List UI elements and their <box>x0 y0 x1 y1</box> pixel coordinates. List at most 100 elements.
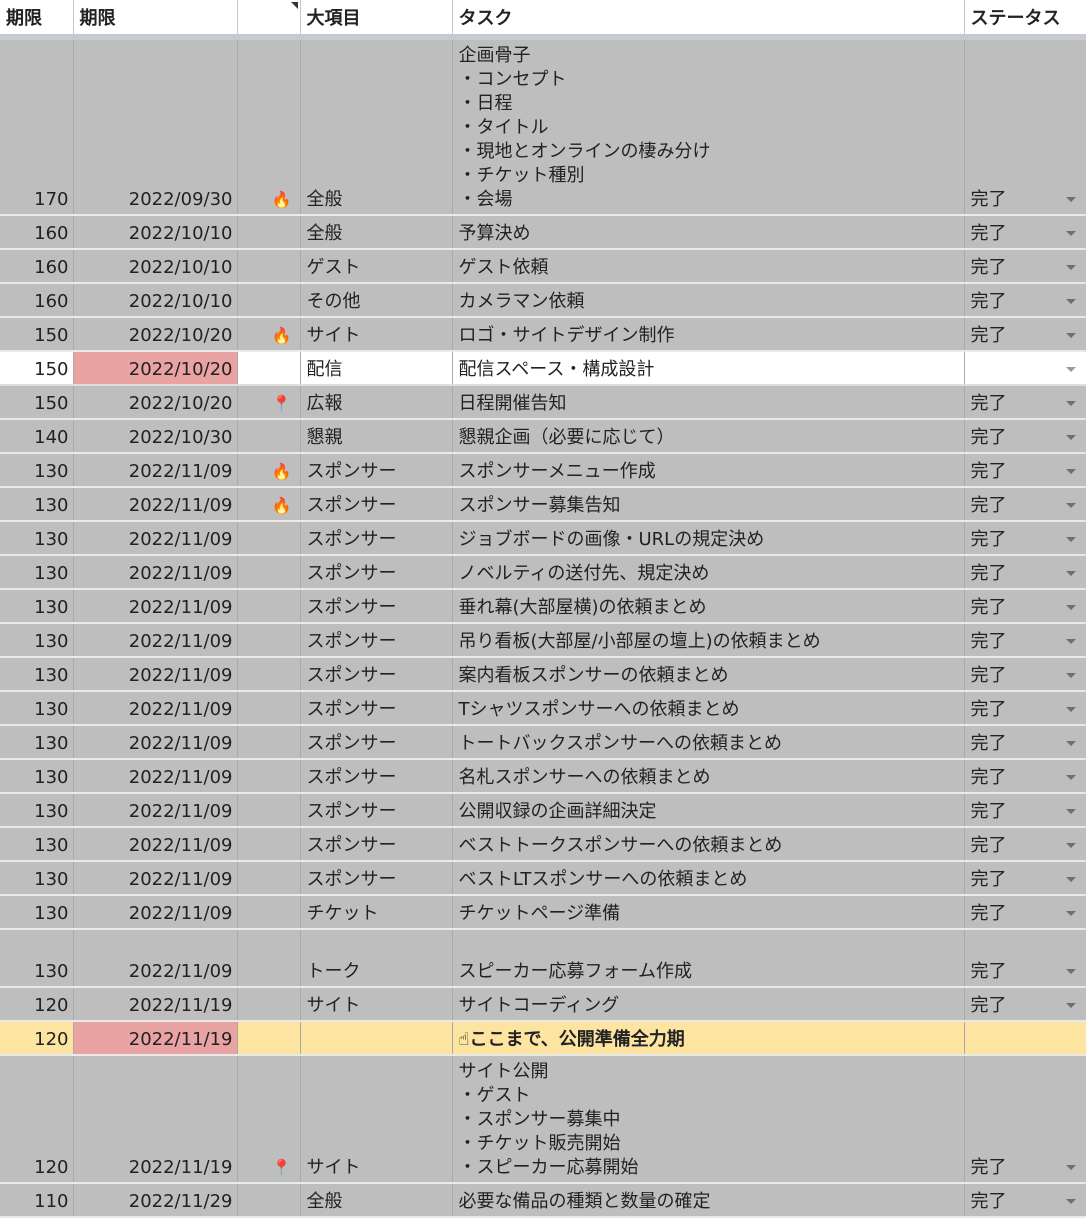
cell-category[interactable]: トーク <box>300 929 453 988</box>
dropdown-caret-icon[interactable] <box>1065 401 1076 406</box>
cell-category[interactable]: サイト <box>300 1055 453 1184</box>
cell-deadline[interactable]: 2022/11/09 <box>73 895 238 930</box>
cell-deadline[interactable]: 2022/10/10 <box>73 215 238 250</box>
cell-task[interactable]: ベストトークスポンサーへの依頼まとめ <box>452 827 965 862</box>
cell-icon[interactable] <box>237 1021 301 1056</box>
cell-status[interactable]: 完了 <box>964 555 1086 590</box>
table-row[interactable]: 130 2022/11/09 スポンサー 吊り看板(大部屋/小部屋の壇上)の依頼まとめ… <box>0 623 1086 658</box>
cell-deadline[interactable]: 2022/11/19 <box>73 1055 238 1184</box>
cell-task[interactable]: ノベルティの送付先、規定決め <box>452 555 965 590</box>
table-row[interactable]: 150 2022/10/20 📍 広報 日程開催告知 完了 <box>0 385 1086 420</box>
cell-deadline[interactable]: 2022/10/20 <box>73 317 238 352</box>
cell-icon[interactable] <box>237 895 301 930</box>
dropdown-caret-icon[interactable] <box>1065 741 1076 746</box>
dropdown-caret-icon[interactable] <box>1065 877 1076 882</box>
cell-icon[interactable] <box>237 589 301 624</box>
table-row[interactable]: 130 2022/11/09 スポンサー 垂れ幕(大部屋横)の依頼まとめ 完了 <box>0 589 1086 624</box>
cell-days-left[interactable]: 130 <box>0 725 74 760</box>
cell-task[interactable]: チケットページ準備 <box>452 895 965 930</box>
cell-task[interactable]: 案内看板スポンサーの依頼まとめ <box>452 657 965 692</box>
cell-icon[interactable] <box>237 827 301 862</box>
cell-deadline[interactable]: 2022/11/09 <box>73 861 238 896</box>
cell-status[interactable]: 完了 <box>964 40 1086 216</box>
cell-status[interactable]: 完了 <box>964 691 1086 726</box>
dropdown-caret-icon[interactable] <box>1065 1199 1076 1204</box>
cell-status[interactable]: 完了 <box>964 759 1086 794</box>
cell-deadline[interactable]: 2022/11/09 <box>73 657 238 692</box>
cell-days-left[interactable]: 160 <box>0 283 74 318</box>
cell-icon[interactable]: 🔥 <box>237 40 301 216</box>
cell-category[interactable]: スポンサー <box>300 487 453 522</box>
cell-days-left[interactable]: 120 <box>0 1021 74 1056</box>
cell-task[interactable]: トートバックスポンサーへの依頼まとめ <box>452 725 965 760</box>
dropdown-caret-icon[interactable] <box>1065 231 1076 236</box>
dropdown-caret-icon[interactable] <box>1065 911 1076 916</box>
cell-deadline[interactable]: 2022/11/09 <box>73 555 238 590</box>
cell-task[interactable]: ジョブボードの画像・URLの規定決め <box>452 521 965 556</box>
cell-icon[interactable] <box>237 249 301 284</box>
cell-days-left[interactable]: 130 <box>0 623 74 658</box>
cell-days-left[interactable]: 130 <box>0 521 74 556</box>
dropdown-caret-icon[interactable] <box>1065 707 1076 712</box>
cell-status[interactable]: 完了 <box>964 453 1086 488</box>
cell-status[interactable]: 完了 <box>964 929 1086 988</box>
cell-task[interactable]: 企画骨子 ・コンセプト ・日程 ・タイトル ・現地とオンラインの棲み分け ・チケ… <box>452 40 965 216</box>
cell-task[interactable]: カメラマン依頼 <box>452 283 965 318</box>
cell-icon[interactable] <box>237 283 301 318</box>
dropdown-caret-icon[interactable] <box>1065 503 1076 508</box>
dropdown-caret-icon[interactable] <box>1065 1165 1076 1170</box>
dropdown-caret-icon[interactable] <box>1065 469 1076 474</box>
cell-icon[interactable] <box>237 521 301 556</box>
header-task[interactable]: タスク <box>452 0 965 35</box>
cell-category[interactable]: スポンサー <box>300 521 453 556</box>
dropdown-caret-icon[interactable] <box>1065 809 1076 814</box>
cell-icon[interactable] <box>237 1183 301 1218</box>
cell-task[interactable]: サイト公開 ・ゲスト ・スポンサー募集中 ・チケット販売開始 ・スピーカー応募開… <box>452 1055 965 1184</box>
cell-icon[interactable] <box>237 861 301 896</box>
cell-task[interactable]: ベストLTスポンサーへの依頼まとめ <box>452 861 965 896</box>
cell-icon[interactable]: 📍 <box>237 385 301 420</box>
cell-category[interactable]: スポンサー <box>300 725 453 760</box>
cell-deadline[interactable]: 2022/11/09 <box>73 453 238 488</box>
cell-status[interactable]: 完了 <box>964 317 1086 352</box>
cell-days-left[interactable]: 160 <box>0 249 74 284</box>
table-row[interactable]: 130 2022/11/09 スポンサー 名札スポンサーへの依頼まとめ 完了 <box>0 759 1086 794</box>
cell-deadline[interactable]: 2022/11/09 <box>73 521 238 556</box>
cell-deadline[interactable]: 2022/11/09 <box>73 623 238 658</box>
cell-task[interactable]: スポンサーメニュー作成 <box>452 453 965 488</box>
cell-status[interactable]: 完了 <box>964 861 1086 896</box>
cell-category[interactable]: スポンサー <box>300 453 453 488</box>
cell-task[interactable]: 予算決め <box>452 215 965 250</box>
table-row[interactable]: 160 2022/10/10 全般 予算決め 完了 <box>0 215 1086 250</box>
table-row[interactable]: 150 2022/10/20 🔥 サイト ロゴ・サイトデザイン制作 完了 <box>0 317 1086 352</box>
cell-category[interactable]: 全般 <box>300 1183 453 1218</box>
table-row[interactable]: 130 2022/11/09 スポンサー ベストトークスポンサーへの依頼まとめ 完了 <box>0 827 1086 862</box>
cell-category[interactable]: スポンサー <box>300 691 453 726</box>
cell-icon[interactable] <box>237 555 301 590</box>
cell-status[interactable] <box>964 1021 1086 1056</box>
cell-status[interactable]: 完了 <box>964 793 1086 828</box>
table-row[interactable]: 130 2022/11/09 スポンサー トートバックスポンサーへの依頼まとめ 完了 <box>0 725 1086 760</box>
cell-status[interactable]: 完了 <box>964 1055 1086 1184</box>
cell-status[interactable]: 完了 <box>964 657 1086 692</box>
cell-task[interactable]: 配信スペース・構成設計 <box>452 351 965 386</box>
cell-category[interactable]: スポンサー <box>300 793 453 828</box>
cell-status[interactable]: 完了 <box>964 249 1086 284</box>
cell-task[interactable]: 必要な備品の種類と数量の確定 <box>452 1183 965 1218</box>
table-row[interactable]: 120 2022/11/19 サイト サイトコーディング 完了 <box>0 987 1086 1022</box>
cell-icon[interactable] <box>237 419 301 454</box>
cell-icon[interactable]: 🔥 <box>237 317 301 352</box>
cell-task[interactable]: 垂れ幕(大部屋横)の依頼まとめ <box>452 589 965 624</box>
cell-task[interactable]: 懇親企画（必要に応じて） <box>452 419 965 454</box>
cell-category[interactable]: サイト <box>300 987 453 1022</box>
dropdown-caret-icon[interactable] <box>1065 435 1076 440</box>
table-row[interactable]: 120 2022/11/19 ☝ここまで、公開準備全力期 <box>0 1021 1086 1056</box>
cell-status[interactable]: 完了 <box>964 487 1086 522</box>
cell-category[interactable]: スポンサー <box>300 827 453 862</box>
cell-deadline[interactable]: 2022/10/20 <box>73 351 238 386</box>
cell-category[interactable] <box>300 1021 453 1056</box>
table-row[interactable]: 170 2022/09/30 🔥 全般 企画骨子 ・コンセプト ・日程 ・タイトル ・現… <box>0 40 1086 216</box>
dropdown-caret-icon[interactable] <box>1065 265 1076 270</box>
cell-days-left[interactable]: 130 <box>0 827 74 862</box>
cell-task[interactable]: スポンサー募集告知 <box>452 487 965 522</box>
